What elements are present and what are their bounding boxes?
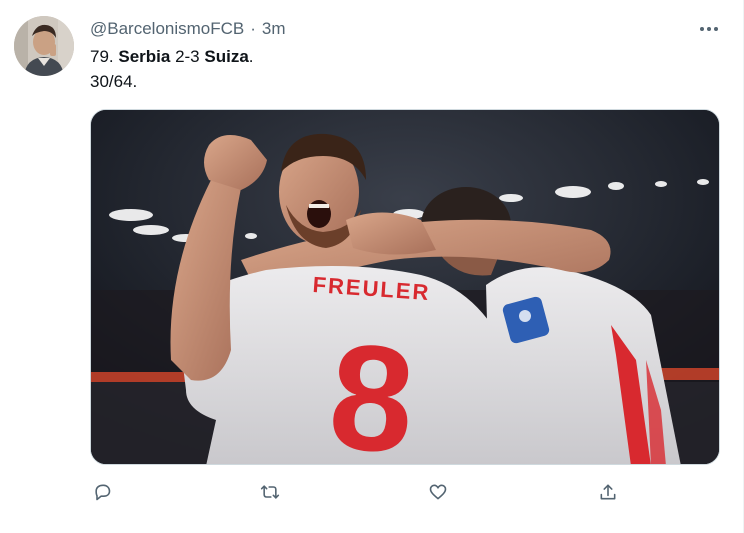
reply-button[interactable] [90, 480, 114, 504]
jersey-number: 8 [324, 311, 419, 465]
share-icon [600, 484, 616, 500]
share-button[interactable] [596, 480, 620, 504]
like-button[interactable] [426, 480, 450, 504]
tweet-photo[interactable]: FREULER 8 [90, 109, 720, 465]
avatar[interactable] [14, 16, 74, 76]
more-icon [700, 27, 718, 31]
reply-icon [95, 484, 111, 501]
retweet-button[interactable] [258, 480, 282, 504]
tweet-header: @BarcelonismoFCB · 3m [90, 18, 286, 40]
football-celebration-photo: FREULER 8 [91, 110, 719, 465]
tweet-timestamp[interactable]: 3m [262, 19, 286, 39]
avatar-image [14, 16, 74, 76]
more-options-button[interactable] [695, 18, 723, 40]
tweet-text-line1: 79. Serbia 2-3 Suiza. [90, 44, 710, 69]
retweet-icon [260, 485, 280, 499]
heart-icon [429, 484, 447, 500]
tweet-text: 79. Serbia 2-3 Suiza. 30/64. [90, 44, 710, 94]
match-number: 79. [90, 47, 119, 66]
separator-dot: · [250, 19, 256, 38]
team2-name: Suiza [204, 47, 249, 66]
match-score: 2-3 [170, 47, 205, 66]
user-handle[interactable]: @BarcelonismoFCB [90, 19, 244, 39]
tweet-card[interactable]: @BarcelonismoFCB · 3m 79. Serbia 2-3 Sui… [0, 0, 744, 533]
tweet-text-line2: 30/64. [90, 72, 138, 91]
team1-name: Serbia [118, 47, 171, 66]
tweet-actions [90, 480, 630, 504]
text-period: . [248, 47, 254, 66]
